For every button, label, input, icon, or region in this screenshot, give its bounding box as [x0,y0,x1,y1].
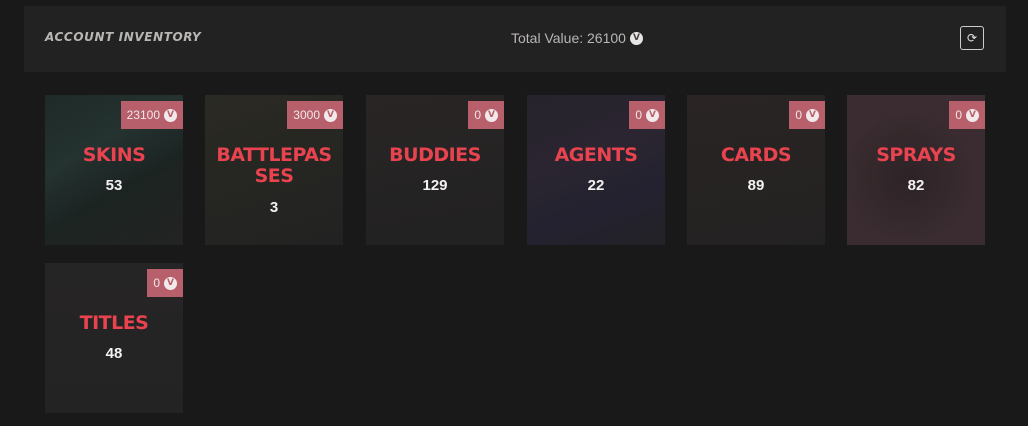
value-badge-amount: 0 [955,108,962,122]
inventory-card-cards[interactable]: 0 V CARDS 89 [687,95,825,245]
card-label: SKINS [82,144,146,166]
card-count: 22 [587,177,605,194]
card-label: CARDS [720,144,792,166]
value-badge: 0 V [468,101,504,129]
value-badge: 23100 V [120,101,183,129]
value-badge-amount: 0 [635,108,642,122]
value-badge-amount: 23100 [126,108,160,122]
valorant-points-icon: V [646,108,659,122]
value-badge: 3000 V [287,101,343,129]
inventory-card-agents[interactable]: 0 V AGENTS 22 [527,95,665,245]
inventory-card-titles[interactable]: 0 V TITLES 48 [45,263,183,413]
valorant-points-icon: V [966,108,979,122]
value-badge-amount: 0 [153,276,160,290]
card-label: TITLES [79,312,149,334]
inventory-card-skins[interactable]: 23100 V SKINS 53 [45,95,183,245]
value-badge-amount: 3000 [293,108,320,122]
valorant-points-icon: V [806,108,819,122]
card-label: BUDDIES [389,144,481,166]
valorant-points-icon: V [629,31,643,45]
card-count: 129 [422,177,448,194]
page-title: ACCOUNT INVENTORY [45,30,202,44]
valorant-points-icon: V [164,108,177,122]
inventory-header: ACCOUNT INVENTORY Total Value: 26100 V ⟳ [24,6,1006,72]
card-label: SPRAYS [876,144,956,166]
valorant-points-icon: V [485,108,498,122]
card-count: 48 [105,345,123,362]
valorant-points-icon: V [164,276,177,290]
value-badge-amount: 0 [795,108,802,122]
card-label: BATTLEPASSES [216,144,332,187]
valorant-points-icon: V [324,108,337,122]
inventory-card-sprays[interactable]: 0 V SPRAYS 82 [847,95,985,245]
value-badge: 0 V [949,101,985,129]
value-badge-amount: 0 [474,108,481,122]
value-badge: 0 V [789,101,825,129]
card-count: 3 [269,199,279,216]
refresh-icon: ⟳ [966,31,978,45]
inventory-card-buddies[interactable]: 0 V BUDDIES 129 [366,95,504,245]
card-count: 89 [747,177,765,194]
inventory-card-battlepasses[interactable]: 3000 V BATTLEPASSES 3 [205,95,343,245]
total-value: Total Value: 26100 V [511,30,643,46]
card-label: AGENTS [554,144,638,166]
card-count: 82 [907,177,925,194]
value-badge: 0 V [147,269,183,297]
value-badge: 0 V [629,101,665,129]
total-value-label: Total Value: 26100 [511,30,626,46]
refresh-button[interactable]: ⟳ [960,26,984,50]
card-count: 53 [105,177,123,194]
